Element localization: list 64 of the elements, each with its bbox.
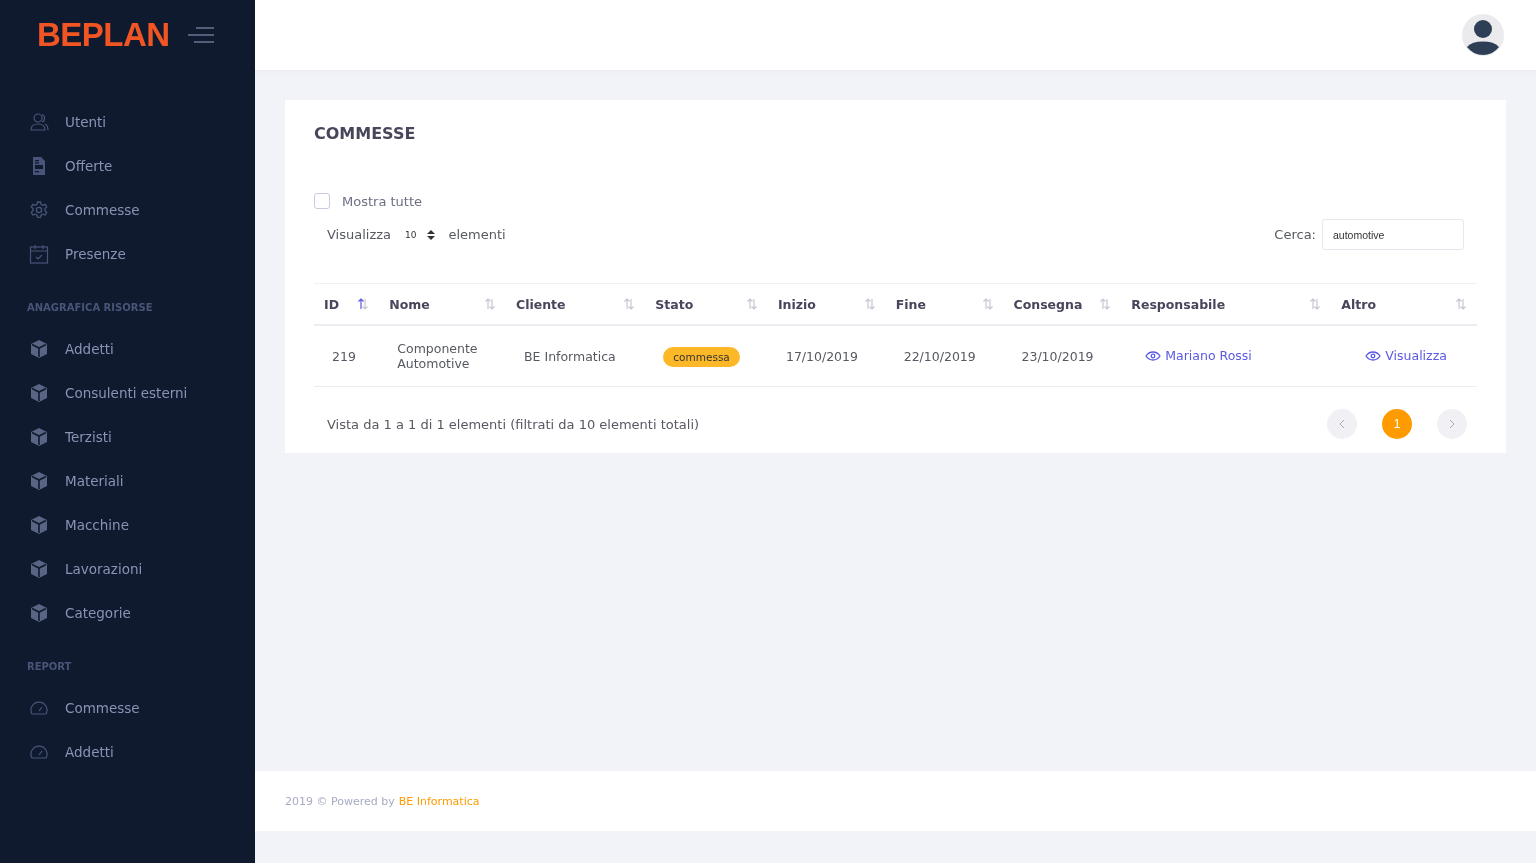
sidebar-item[interactable]: Addetti xyxy=(0,327,255,371)
column-header[interactable]: Responsabile xyxy=(1121,283,1332,325)
column-header[interactable]: Inizio xyxy=(767,283,886,325)
column-header[interactable]: Consegna xyxy=(1003,283,1122,325)
logo: BEPLAN xyxy=(37,16,170,54)
sidebar-item[interactable]: Commesse xyxy=(0,686,255,730)
page-length-select[interactable]: 10 xyxy=(405,228,435,241)
status-badge: commessa xyxy=(663,346,740,367)
eye-icon xyxy=(1365,350,1382,361)
table-cell: BE Informatica xyxy=(506,325,646,387)
sidebar-item[interactable]: Presenze xyxy=(0,232,255,276)
chevron-left-icon xyxy=(1338,419,1346,429)
sidebar-item[interactable]: Lavorazioni xyxy=(0,547,255,591)
table-cell: 219 xyxy=(314,325,380,387)
previous-page-button[interactable] xyxy=(1327,409,1357,439)
column-header[interactable]: ID xyxy=(314,283,380,325)
cube-icon xyxy=(29,603,49,623)
eye-icon xyxy=(1145,350,1162,361)
sidebar-item[interactable]: Materiali xyxy=(0,459,255,503)
sidebar-item[interactable]: Macchine xyxy=(0,503,255,547)
users-icon xyxy=(29,112,49,132)
calendar-icon xyxy=(29,244,49,264)
length-label: elementi xyxy=(448,227,506,242)
cube-icon xyxy=(29,559,49,579)
sidebar-item[interactable]: Consulenti esterni xyxy=(0,371,255,415)
column-header[interactable]: Stato xyxy=(645,283,768,325)
avatar-icon[interactable] xyxy=(1462,14,1504,56)
table-cell: Componente Automotive xyxy=(379,325,506,387)
table-cell: 17/10/2019 xyxy=(767,325,886,387)
card-title: COMMESSE xyxy=(314,124,417,143)
column-header[interactable]: Nome xyxy=(379,283,506,325)
section-title: ANAGRAFICA RISORSE xyxy=(26,302,154,315)
section-title: REPORT xyxy=(26,661,73,674)
view-link[interactable]: Visualizza xyxy=(1365,348,1447,364)
table-info: Vista da 1 a 1 di 1 elementi (filtrati da 10 elementi totali) xyxy=(327,416,700,432)
cube-icon xyxy=(29,471,49,491)
chevron-right-icon xyxy=(1448,419,1456,429)
table-cell: 23/10/2019 xyxy=(1003,325,1122,387)
sidebar-item[interactable]: Utenti xyxy=(0,100,255,144)
cube-icon xyxy=(29,427,49,447)
footer-text: 2019 © Powered by xyxy=(285,794,395,808)
sidebar-item[interactable]: Categorie xyxy=(0,591,255,635)
search-label: Cerca: xyxy=(1274,227,1316,242)
sort-icon[interactable] xyxy=(357,298,370,310)
caret-icon xyxy=(426,228,435,241)
checkbox[interactable] xyxy=(314,193,330,209)
gear-icon xyxy=(29,200,49,220)
cube-icon xyxy=(29,383,49,403)
length-label: Visualizza xyxy=(327,227,392,242)
column-header[interactable]: Altro xyxy=(1331,283,1477,325)
column-header[interactable]: Cliente xyxy=(506,283,646,325)
table-cell: 22/10/2019 xyxy=(885,325,1004,387)
checkbox-label: Mostra tutte xyxy=(342,193,422,209)
search-field[interactable]: automotive xyxy=(1322,219,1464,250)
menu-icon[interactable] xyxy=(187,26,216,44)
column-header[interactable]: Fine xyxy=(885,283,1004,325)
sidebar-item[interactable]: Commesse xyxy=(0,188,255,232)
sidebar-item[interactable]: Offerte xyxy=(0,144,255,188)
sidebar-item[interactable]: Addetti xyxy=(0,730,255,774)
person-link[interactable]: Mariano Rossi xyxy=(1145,348,1252,364)
cube-icon xyxy=(29,515,49,535)
cube-icon xyxy=(29,339,49,359)
next-page-button[interactable] xyxy=(1437,409,1467,439)
sidebar-item[interactable]: Terzisti xyxy=(0,415,255,459)
